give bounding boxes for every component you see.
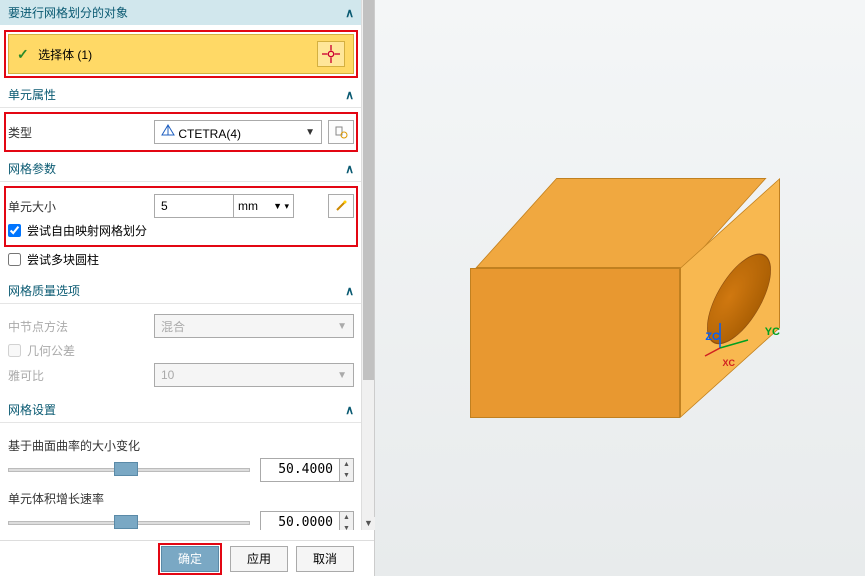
- section-header-quality[interactable]: 网格质量选项 ∧: [0, 278, 362, 304]
- properties-panel: 要进行网格划分的对象 ∧ ✓ 选择体 (1) 单元属性 ∧ 类型: [0, 0, 375, 576]
- chevron-down-icon: ▼: [337, 321, 347, 332]
- 3d-viewport[interactable]: ZC YC XC: [375, 0, 865, 576]
- highlight-ok: 确定: [158, 543, 222, 575]
- size-unit-dropdown[interactable]: mm ▼ ▾: [234, 194, 294, 218]
- auto-size-button[interactable]: [328, 194, 354, 218]
- curvature-value[interactable]: 50.4000: [260, 458, 340, 482]
- size-row: 单元大小 mm ▼ ▾: [8, 194, 354, 218]
- mesh-params-extra: 尝试多块圆柱: [0, 251, 362, 278]
- type-row: 类型 CTETRA(4) ▼: [8, 120, 354, 144]
- scrollbar-down-icon[interactable]: ▼: [362, 517, 375, 530]
- axis-xc-label: XC: [722, 358, 735, 368]
- select-body-row[interactable]: ✓ 选择体 (1): [8, 34, 354, 74]
- section-title: 网格参数: [8, 160, 56, 177]
- tetra-icon: [161, 124, 175, 138]
- section-title: 网格设置: [8, 401, 56, 418]
- section-header-mesh-params[interactable]: 网格参数 ∧: [0, 156, 362, 182]
- jacobian-row: 雅可比 10 ▼: [8, 363, 354, 387]
- geom-tol-checkbox: [8, 344, 21, 357]
- growth-slider[interactable]: [8, 513, 250, 530]
- settings-body: 基于曲面曲率的大小变化 50.4000 ▲▼ 单元体积增长速率: [0, 423, 362, 530]
- target-button[interactable]: [317, 41, 345, 67]
- highlight-size: 单元大小 mm ▼ ▾ 尝试自由映射网格划分: [4, 186, 358, 247]
- section-header-objects[interactable]: 要进行网格划分的对象 ∧: [0, 0, 362, 26]
- growth-value[interactable]: 50.0000: [260, 511, 340, 530]
- chevron-down-icon: ▼ ▾: [273, 201, 289, 212]
- section-title: 单元属性: [8, 86, 56, 103]
- curvature-row: 基于曲面曲率的大小变化 50.4000 ▲▼: [8, 437, 354, 482]
- curvature-label: 基于曲面曲率的大小变化: [8, 437, 354, 454]
- geom-tol-row: 几何公差: [8, 342, 354, 359]
- section-title: 网格质量选项: [8, 282, 80, 299]
- collapse-icon: ∧: [345, 88, 354, 102]
- section-header-element-props[interactable]: 单元属性 ∧: [0, 82, 362, 108]
- slider-thumb[interactable]: [114, 462, 138, 476]
- collapse-icon: ∧: [345, 284, 354, 298]
- chevron-down-icon: ▼: [305, 127, 315, 138]
- size-input[interactable]: [154, 194, 234, 218]
- section-title: 要进行网格划分的对象: [8, 4, 128, 21]
- jacobian-dropdown: 10 ▼: [154, 363, 354, 387]
- midnode-label: 中节点方法: [8, 318, 148, 335]
- try-free-row[interactable]: 尝试自由映射网格划分: [8, 222, 354, 239]
- scrollbar-thumb[interactable]: [363, 0, 374, 380]
- growth-label: 单元体积增长速率: [8, 490, 354, 507]
- try-multi-row[interactable]: 尝试多块圆柱: [8, 251, 354, 268]
- try-multi-label: 尝试多块圆柱: [27, 251, 99, 268]
- axis-yc-label: YC: [765, 326, 780, 338]
- growth-spinner[interactable]: ▲▼: [340, 511, 354, 530]
- highlight-select-body: ✓ 选择体 (1): [4, 30, 358, 78]
- cancel-button[interactable]: 取消: [296, 546, 354, 572]
- collapse-icon: ∧: [345, 6, 354, 20]
- jacobian-value: 10: [161, 368, 174, 382]
- model-face-front: [470, 268, 680, 418]
- curvature-slider[interactable]: [8, 460, 250, 480]
- midnode-dropdown: 混合 ▼: [154, 314, 354, 338]
- settings-icon: [334, 125, 348, 139]
- scroll-area: 要进行网格划分的对象 ∧ ✓ 选择体 (1) 单元属性 ∧ 类型: [0, 0, 362, 530]
- wand-icon: [334, 199, 348, 213]
- axis-zc-label: ZC: [705, 331, 720, 343]
- scrollbar[interactable]: ▼: [361, 0, 374, 530]
- collapse-icon: ∧: [345, 403, 354, 417]
- midnode-value: 混合: [161, 318, 185, 335]
- growth-row: 单元体积增长速率 50.0000 ▲▼: [8, 490, 354, 530]
- geom-tol-label: 几何公差: [27, 342, 75, 359]
- size-input-group: mm ▼ ▾: [154, 194, 322, 218]
- type-dropdown[interactable]: CTETRA(4) ▼: [154, 120, 322, 144]
- size-unit: mm: [238, 199, 258, 213]
- midnode-row: 中节点方法 混合 ▼: [8, 314, 354, 338]
- ok-button[interactable]: 确定: [161, 546, 219, 572]
- highlight-type: 类型 CTETRA(4) ▼: [4, 112, 358, 152]
- curvature-spinner[interactable]: ▲▼: [340, 458, 354, 482]
- type-options-button[interactable]: [328, 120, 354, 144]
- jacobian-label: 雅可比: [8, 367, 148, 384]
- chevron-down-icon: ▼: [337, 370, 347, 381]
- type-label: 类型: [8, 124, 148, 141]
- try-free-label: 尝试自由映射网格划分: [27, 222, 147, 239]
- 3d-model: ZC YC XC: [470, 168, 770, 408]
- quality-body: 中节点方法 混合 ▼ 几何公差 雅可比 10 ▼: [0, 304, 362, 397]
- section-header-settings[interactable]: 网格设置 ∧: [0, 397, 362, 423]
- dialog-footer: 确定 应用 取消: [0, 540, 374, 576]
- collapse-icon: ∧: [345, 162, 354, 176]
- try-free-checkbox[interactable]: [8, 224, 21, 237]
- target-icon: [322, 45, 340, 63]
- check-icon: ✓: [17, 46, 29, 62]
- apply-button[interactable]: 应用: [230, 546, 288, 572]
- select-body-label: 选择体 (1): [38, 48, 92, 62]
- size-label: 单元大小: [8, 198, 148, 215]
- type-value: CTETRA(4): [178, 127, 241, 141]
- try-multi-checkbox[interactable]: [8, 253, 21, 266]
- slider-thumb[interactable]: [114, 515, 138, 529]
